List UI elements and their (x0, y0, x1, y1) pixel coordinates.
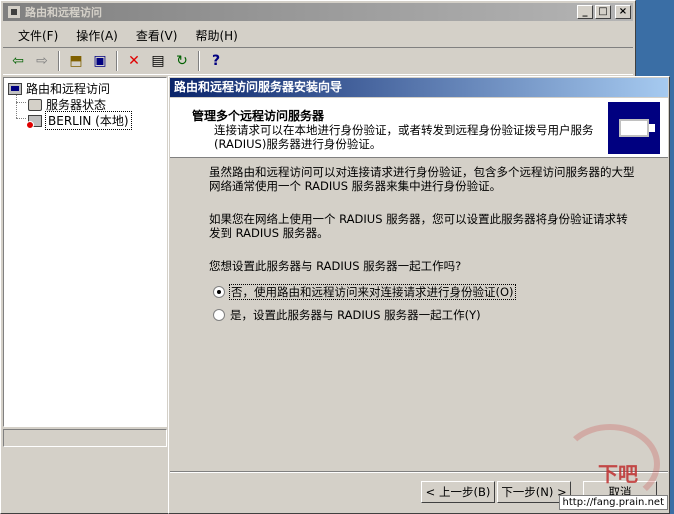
network-server-icon (608, 102, 660, 154)
window-controls: _ □ × (577, 5, 631, 19)
main-window-title: 路由和远程访问 (25, 6, 102, 19)
radio-button-unchecked[interactable] (213, 309, 225, 321)
main-title-bar[interactable]: 路由和远程访问 _ □ × (3, 3, 633, 21)
up-folder-icon[interactable]: ⬒ (65, 50, 87, 72)
option-yes-radius[interactable]: 是，设置此服务器与 RADIUS 服务器一起工作(Y) (213, 308, 639, 322)
option-label[interactable]: 是，设置此服务器与 RADIUS 服务器一起工作(Y) (230, 308, 481, 322)
back-button[interactable]: < 上一步(B) (421, 481, 495, 503)
tree-connector (16, 102, 26, 103)
status-bar (3, 429, 167, 447)
close-button[interactable]: × (615, 5, 631, 19)
server-console-icon (8, 82, 22, 95)
toolbar: ⇦ ⇨ ⬒ ▣ ✕ ▤ ↻ ? (3, 47, 633, 75)
watermark-url: http://fang.prain.net (558, 495, 668, 510)
wizard-page-title: 管理多个远程访问服务器 (192, 109, 325, 123)
maximize-button[interactable]: □ (595, 5, 611, 19)
tree-connector (16, 94, 17, 118)
refresh-icon[interactable]: ↻ (171, 50, 193, 72)
menu-action[interactable]: 操作(A) (67, 25, 127, 46)
wizard-header: 管理多个远程访问服务器 连接请求可以在本地进行身份验证，或者转发到远程身份验证拨… (170, 98, 668, 158)
help-icon[interactable]: ? (205, 50, 227, 72)
menu-file[interactable]: 文件(F) (9, 25, 67, 46)
tree-item-root[interactable]: 路由和远程访问 (8, 80, 110, 97)
delete-icon[interactable]: ✕ (123, 50, 145, 72)
properties-icon[interactable]: ▤ (147, 50, 169, 72)
routing-app-icon (7, 5, 21, 19)
server-stopped-icon (26, 114, 42, 129)
tree-connector (16, 118, 26, 119)
wizard-body: 虽然路由和远程访问可以对连接请求进行身份验证，包含多个远程访问服务器的大型网络通… (209, 165, 639, 331)
toolbar-separator (198, 51, 200, 71)
tree-item-label: 服务器状态 (46, 98, 107, 112)
menu-view[interactable]: 查看(V) (127, 25, 187, 46)
site-watermark: 下吧 http://fang.prain.net (548, 418, 668, 510)
paragraph-intro: 虽然路由和远程访问可以对连接请求进行身份验证，包含多个远程访问服务器的大型网络通… (209, 165, 635, 193)
wizard-title[interactable]: 路由和远程访问服务器安装向导 (170, 78, 668, 97)
tree-root-label: 路由和远程访问 (26, 82, 111, 96)
watermark-logo-text: 下吧 (598, 462, 638, 486)
server-plug-icon (619, 119, 655, 137)
forward-arrow-icon[interactable]: ⇨ (31, 50, 53, 72)
toolbar-separator (58, 51, 60, 71)
tree-item-berlin[interactable]: BERLIN (本地) (26, 111, 132, 130)
paragraph-radius: 如果您在网络上使用一个 RADIUS 服务器，您可以设置此服务器将身份验证请求转… (209, 212, 628, 240)
tree-item-server-status[interactable]: 服务器状态 (28, 96, 106, 113)
menu-bar: 文件(F) 操作(A) 查看(V) 帮助(H) (3, 23, 633, 47)
server-status-icon (28, 98, 42, 111)
question-text: 您想设置此服务器与 RADIUS 服务器一起工作吗? (209, 259, 462, 273)
toolbar-separator (116, 51, 118, 71)
wizard-page-subtitle: 连接请求可以在本地进行身份验证，或者转发到远程身份验证拨号用户服务(RADIUS… (214, 123, 594, 151)
option-no-local-auth[interactable]: 否，使用路由和远程访问来对连接请求进行身份验证(O) (213, 284, 639, 300)
option-label[interactable]: 否，使用路由和远程访问来对连接请求进行身份验证(O) (229, 284, 516, 300)
back-arrow-icon[interactable]: ⇦ (7, 50, 29, 72)
console-tree[interactable]: 路由和远程访问 服务器状态 BERLIN (本地) (3, 77, 167, 427)
tree-item-label: BERLIN (本地) (45, 111, 132, 130)
menu-help[interactable]: 帮助(H) (186, 25, 246, 46)
show-hide-tree-icon[interactable]: ▣ (89, 50, 111, 72)
radio-button-checked[interactable] (213, 286, 225, 298)
minimize-button[interactable]: _ (577, 5, 593, 19)
